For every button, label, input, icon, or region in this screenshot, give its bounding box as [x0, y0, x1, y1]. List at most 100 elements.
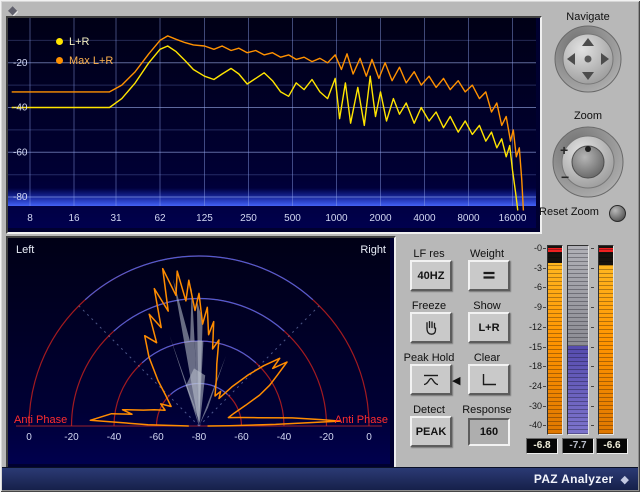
svg-text:0: 0 [26, 432, 32, 443]
peak-hold-button[interactable] [410, 364, 452, 395]
detect-value: PEAK [416, 426, 447, 438]
response-value: 160 [480, 426, 498, 438]
svg-text:8: 8 [27, 213, 33, 224]
lf-res-button[interactable]: 40HZ [410, 260, 452, 291]
meter-left-readout: -6.8 [526, 438, 558, 454]
freeze-button[interactable] [410, 312, 452, 343]
freeze-label: Freeze [399, 300, 459, 312]
meter-scale-tick [543, 287, 546, 288]
anti-phase-label-left: Anti Phase [14, 414, 67, 426]
meter-right-readout: -6.6 [596, 438, 628, 454]
svg-text:31: 31 [110, 213, 122, 224]
lf-res-value: 40HZ [418, 270, 445, 282]
navigate-label: Navigate [556, 11, 620, 23]
svg-text:-60: -60 [234, 432, 249, 443]
meter-scale-tick [591, 406, 594, 407]
svg-text:-20: -20 [64, 432, 79, 443]
svg-text:-40: -40 [13, 103, 28, 114]
reset-zoom-button[interactable] [609, 205, 626, 222]
svg-text:500: 500 [284, 213, 301, 224]
meter-scale-label: -24 [522, 382, 542, 391]
max-lr-trace-swatch [56, 57, 63, 64]
spectrum-legend: L+R Max L+R [56, 32, 113, 70]
meter-scale-tick [591, 425, 594, 426]
svg-text:-40: -40 [107, 432, 122, 443]
lf-res-label: LF res [399, 248, 459, 260]
detect-label: Detect [399, 404, 459, 416]
right-channel-label: Right [360, 244, 386, 256]
legend-row: Max L+R [56, 51, 113, 70]
title-bar: PAZ Analyzer ◆ [2, 467, 638, 490]
svg-text:62: 62 [154, 213, 166, 224]
meter-left [547, 245, 563, 435]
peak-hold-icon [421, 372, 441, 387]
zoom-label: Zoom [556, 110, 620, 122]
svg-text:-80: -80 [13, 192, 28, 203]
show-button[interactable]: L+R [468, 312, 510, 343]
meter-scale-label: -6 [522, 283, 542, 292]
weight-button[interactable] [468, 260, 510, 291]
meter-scale-tick [591, 268, 594, 269]
meter-scale-tick [543, 347, 546, 348]
meter-scale-tick [591, 327, 594, 328]
svg-text:-60: -60 [149, 432, 164, 443]
weight-lines-icon [479, 269, 499, 282]
legend-row: L+R [56, 32, 113, 51]
meter-scale-label: -30 [522, 402, 542, 411]
response-label: Response [455, 404, 519, 416]
meter-left-segments [548, 246, 562, 434]
svg-text:-60: -60 [13, 147, 28, 158]
meter-scale-label: -0 [522, 244, 542, 253]
svg-text:16: 16 [68, 213, 80, 224]
waves-diamond-icon: ◆ [621, 473, 629, 486]
paz-analyzer-window: ◆ [0, 0, 640, 492]
meter-scale-label: -12 [522, 323, 542, 332]
zoom-knob[interactable]: + − [550, 124, 626, 200]
meter-scale-tick [591, 248, 594, 249]
detect-button[interactable]: PEAK [410, 416, 452, 447]
meter-mid-readout: -7.7 [562, 438, 594, 454]
meter-scale-tick [591, 386, 594, 387]
spectrum-display: -20-40-60-808163162125250500100020004000… [6, 16, 542, 234]
waves-diamond-icon: ◆ [8, 3, 17, 17]
meter-scale-tick [591, 307, 594, 308]
meter-scale-label: -9 [522, 303, 542, 312]
hand-icon [422, 319, 440, 336]
svg-text:-80: -80 [192, 432, 207, 443]
svg-text:8000: 8000 [457, 213, 480, 224]
navigate-pad[interactable] [553, 24, 623, 94]
svg-text:-40: -40 [277, 432, 292, 443]
response-display[interactable]: 160 [468, 418, 510, 446]
show-value: L+R [478, 322, 499, 334]
meter-scale-tick [543, 248, 546, 249]
meter-scale-tick [543, 386, 546, 387]
navigate-center-dot [585, 56, 592, 63]
zoom-in-icon[interactable]: + [560, 142, 568, 158]
svg-text:0: 0 [366, 432, 372, 443]
meter-right [598, 245, 614, 435]
svg-text:-20: -20 [319, 432, 334, 443]
lr-trace-swatch [56, 38, 63, 45]
svg-text:-20: -20 [13, 58, 28, 69]
reset-zoom-label: Reset Zoom [534, 206, 604, 218]
svg-text:125: 125 [196, 213, 213, 224]
phase-chart: 0 -20 -40 -60 -80 -60 -40 -20 0 [8, 238, 390, 464]
collapse-arrow-button[interactable]: ◀ [452, 374, 460, 387]
weight-label: Weight [457, 248, 517, 260]
zoom-out-icon[interactable]: − [561, 169, 569, 185]
phase-axis-labels: 0 -20 -40 -60 -80 -60 -40 -20 0 [26, 432, 372, 443]
meter-mid [567, 245, 589, 435]
meter-scale-label: -3 [522, 264, 542, 273]
meter-scale-tick [543, 327, 546, 328]
meter-scale-tick [591, 347, 594, 348]
meter-scale-tick [543, 307, 546, 308]
meter-mid-segments [568, 246, 588, 434]
meter-bridge: -0-3-6-9-12-15-18-24-30-40 -6.8 -7.7 -6.… [522, 244, 636, 462]
clear-button[interactable] [468, 364, 510, 395]
meter-scale-label: -40 [522, 421, 542, 430]
svg-text:16000: 16000 [499, 213, 527, 224]
plugin-title: PAZ Analyzer [534, 472, 614, 486]
anti-phase-label-right: Anti Phase [335, 414, 388, 426]
meter-scale-tick [543, 406, 546, 407]
svg-text:1000: 1000 [325, 213, 348, 224]
